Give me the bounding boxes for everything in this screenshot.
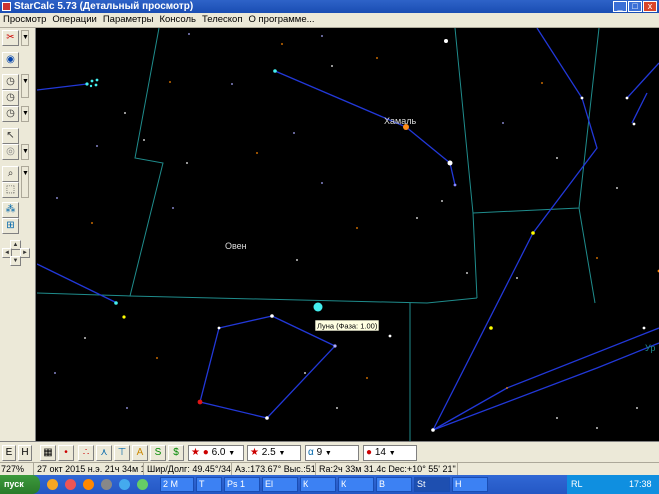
menu-console[interactable]: Консоль [156,13,199,27]
menu-operations[interactable]: Операции [49,13,99,27]
object-magnitude-value: 14 [374,447,386,458]
app-icon[interactable] [137,479,148,490]
lines-icon[interactable]: ⋏ [96,445,112,461]
app-icon[interactable] [101,479,112,490]
zoom-icon[interactable]: ⌕ [2,166,19,182]
east-button[interactable]: E [2,445,16,461]
planet-magnitude-field[interactable]: ★ 2.5 ▼ [247,445,301,461]
clock: 17:38 [629,479,652,489]
menu-about[interactable]: О программе... [246,13,318,27]
task-v[interactable]: В [376,477,412,492]
app-icon [2,2,11,11]
fit-icon[interactable]: ⊞ [2,218,19,234]
pan-down-button[interactable]: ▼ [10,256,21,266]
menu-parameters[interactable]: Параметры [100,13,157,27]
task-k1[interactable]: К [300,477,336,492]
menu-bar: Просмотр Операции Параметры Консоль Теле… [0,13,659,28]
star-magnitude-field[interactable]: ★ ● 6.0 ▼ [188,445,244,461]
chevron-down-icon[interactable]: ▼ [21,144,29,160]
moon-tooltip-text: Луна (Фаза: 1.00) [317,322,378,331]
deep-sky-magnitude-value: 9 [316,447,323,458]
planet-mag-icon: ★ [250,447,259,458]
start-button[interactable]: пуск [0,475,40,494]
deep-sky-mag-icon: α [308,447,314,458]
app-icon[interactable] [119,479,130,490]
chevron-down-icon[interactable]: ▼ [21,30,29,46]
hamal-label: Хамаль [384,116,416,126]
task-photoshop[interactable]: Ps 1 [224,477,260,492]
language-indicator[interactable]: RL [571,475,583,494]
moon[interactable] [313,302,323,312]
table-icon[interactable]: ▦ [40,445,56,461]
sky-map[interactable]: Хамаль Овен Ур Луна (Фаза: 1.00) [37,28,659,441]
system-tray: RL 17:38 [567,475,659,494]
title-bar: StarCalc 5.73 (Детальный просмотр) [0,0,659,13]
status-bar: 727% 27 окт 2015 н.э. 21ч 34м 12с Шир/До… [0,462,659,475]
star-cluster[interactable] [85,78,99,88]
horizon-button[interactable]: H [18,445,32,461]
select-rect-icon[interactable]: ⬚ [2,182,19,198]
bottom-toolbar: E H ▦ • ∴ ⋏ ⊤ A S $ ★ ● 6.0 ▼ ★ 2.5 ▼ α … [0,441,659,462]
sky-chart[interactable]: Хамаль Овен Ур Луна (Фаза: 1.00) [37,28,659,441]
maximize-button[interactable]: □ [628,1,642,12]
dim-stars [54,33,638,429]
star-magnitude-value: 6.0 [211,447,226,458]
ecliptic-icon[interactable]: S [150,445,166,461]
chevron-down-icon[interactable]: ▼ [21,74,29,98]
menu-telescope[interactable]: Телескоп [199,13,246,27]
clock-icon[interactable]: ◷ [2,74,19,90]
clock-icon[interactable]: ◷ [2,90,19,106]
close-button[interactable]: x [643,1,657,12]
task-word[interactable]: 2 М [160,477,194,492]
task-el[interactable]: El [262,477,298,492]
task-n[interactable]: Н [452,477,488,492]
cursor-icon[interactable]: ↖ [2,128,19,144]
globe-icon[interactable]: ◉ [2,52,19,68]
target-icon[interactable]: ◎ [2,144,19,160]
taskbar: пуск 2 М T Ps 1 El К К В St Н RL 17:38 [0,475,659,494]
window-title: StarCalc 5.73 (Детальный просмотр) [14,1,194,12]
folder-icon[interactable] [47,479,58,490]
boundaries-icon[interactable]: ⊤ [114,445,130,461]
chevron-down-icon[interactable]: ▼ [21,166,29,198]
solar-system-icon[interactable]: ∴ [78,445,94,461]
milky-way-icon[interactable]: $ [168,445,184,461]
status-datetime: 27 окт 2015 н.э. 21ч 34м 12с [37,463,144,475]
status-ra-dec: Ra:2ч 33м 31.4с Dec:+10° 55' 21" [318,463,458,475]
constellation-edge-label: Ур [645,343,655,353]
minimize-button[interactable]: _ [613,1,627,12]
object-mag-icon: ● [366,447,373,458]
status-lat-lon: Шир/Долг: 49.45°/34.88° [147,463,232,475]
aries-label: Овен [225,241,247,251]
pan-right-button[interactable]: ► [20,248,30,258]
nodes-icon[interactable]: ⁂ [2,202,19,218]
left-toolbar: ✂ ▼ ◉ ◷ ▼ ◷ ◷ ▼ ↖ ◎ ▼ ⌕ ⬚ ▼ ⁂ ⊞ ▲ ◄ ► ▼ [0,28,36,461]
constellation-lines [37,28,659,431]
object-magnitude-field[interactable]: ● 14 ▼ [363,445,417,461]
menu-view[interactable]: Просмотр [0,13,49,27]
task-k2[interactable]: К [338,477,374,492]
task-starcalc[interactable]: St [414,477,450,492]
firefox-icon[interactable] [83,479,94,490]
labels-icon[interactable]: A [132,445,148,461]
deep-sky-magnitude-field[interactable]: α 9 ▼ [305,445,359,461]
bright-stars[interactable] [114,39,659,432]
clock-icon[interactable]: ◷ [2,106,19,122]
task-t[interactable]: T [196,477,222,492]
planet-magnitude-value: 2.5 [261,447,276,458]
opera-icon[interactable] [65,479,76,490]
status-zoom: 727% [0,463,34,475]
telescope-icon[interactable]: ✂ [2,30,19,46]
chevron-down-icon[interactable]: ▼ [21,106,29,122]
star-mag-icon: ★ [191,447,200,458]
planets-icon[interactable]: • [58,445,74,461]
status-az-alt: Аз.:173.67° Выс.:51.34° [235,463,316,475]
